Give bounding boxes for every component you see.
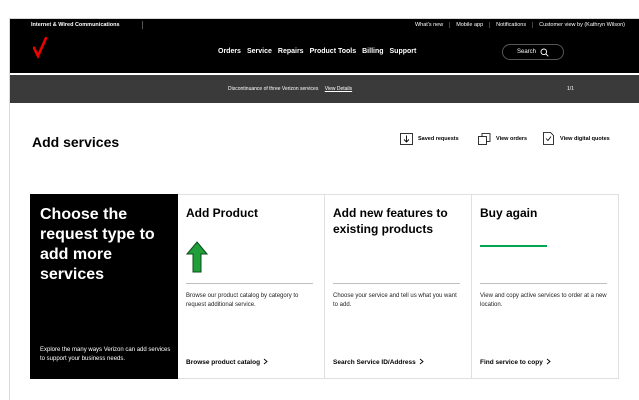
mobile-app-link[interactable]: Mobile app (449, 22, 489, 28)
service-options: Choose the request type to add more serv… (30, 194, 620, 379)
page-frame: Internet & Wired Communications What's n… (9, 18, 639, 400)
card-divider (333, 283, 460, 284)
browse-product-catalog-label: Browse product catalog (186, 359, 261, 366)
document-icon (541, 132, 555, 145)
view-details-link[interactable]: View Details (325, 86, 352, 92)
search-icon (540, 48, 549, 57)
chevron-right-icon (419, 358, 424, 367)
add-features-card[interactable]: Add new features to existing products Ch… (325, 194, 472, 379)
add-product-description: Browse our product catalog by category t… (186, 293, 299, 309)
intro-heading: Choose the request type to add more serv… (40, 206, 155, 283)
view-digital-quotes-label: View digital quotes (560, 135, 610, 142)
verizon-logo-icon[interactable] (32, 36, 48, 64)
customer-view-link[interactable]: Customer view by (Kathryn Wilson) (532, 22, 631, 28)
search-service-id-label: Search Service ID/Address (333, 359, 416, 366)
buy-again-heading: Buy again (480, 206, 538, 220)
green-up-arrow-icon (185, 241, 209, 278)
view-orders-label: View orders (496, 135, 528, 142)
add-features-description: Choose your service and tell us what you… (333, 293, 457, 309)
chevron-right-icon (546, 358, 551, 367)
add-features-heading: Add new features to existing products (333, 206, 448, 236)
view-digital-quotes-button[interactable]: View digital quotes (541, 132, 610, 145)
banner-pager: 1/1 (567, 86, 574, 92)
intro-footer: Explore the many ways Verizon can add se… (40, 347, 171, 362)
banner-message: Discontinuance of three Verizon services (228, 86, 319, 92)
download-icon (399, 132, 413, 145)
nav-billing[interactable]: Billing (362, 48, 383, 55)
section-label[interactable]: Internet & Wired Communications (31, 22, 120, 28)
nav-product-tools[interactable]: Product Tools (310, 48, 357, 55)
nav-repairs[interactable]: Repairs (278, 48, 304, 55)
utility-bar: Internet & Wired Communications What's n… (10, 19, 639, 31)
search-service-id-link[interactable]: Search Service ID/Address (333, 358, 424, 367)
chevron-right-icon (263, 358, 268, 367)
intro-panel: Choose the request type to add more serv… (30, 194, 178, 379)
find-service-to-copy-link[interactable]: Find service to copy (480, 358, 551, 367)
search-label: Search (516, 49, 536, 55)
utility-links: What's new Mobile app Notifications Cust… (409, 22, 631, 28)
buy-again-underline (480, 245, 547, 247)
buy-again-card[interactable]: Buy again View and copy active services … (472, 194, 619, 379)
card-divider (186, 283, 313, 284)
announcement-banner: Discontinuance of three Verizon services… (10, 75, 639, 103)
nav-orders[interactable]: Orders (218, 48, 241, 55)
find-service-to-copy-label: Find service to copy (480, 359, 543, 366)
buy-again-description: View and copy active services to order a… (480, 293, 607, 309)
nav-service[interactable]: Service (247, 48, 272, 55)
notifications-link[interactable]: Notifications (489, 22, 532, 28)
saved-requests-label: Saved requests (418, 135, 459, 142)
whats-new-link[interactable]: What's new (409, 22, 449, 28)
nav-menu: Orders Service Repairs Product Tools Bil… (218, 48, 416, 55)
card-divider (480, 283, 607, 284)
copy-icon (477, 132, 491, 145)
saved-requests-button[interactable]: Saved requests (399, 132, 459, 145)
search-button[interactable]: Search (502, 44, 564, 60)
page-title: Add services (32, 134, 120, 150)
nav-support[interactable]: Support (390, 48, 417, 55)
main-nav: Orders Service Repairs Product Tools Bil… (10, 31, 639, 73)
browse-product-catalog-link[interactable]: Browse product catalog (186, 358, 268, 367)
add-product-card[interactable]: Add Product Browse our product catalog b… (178, 194, 325, 379)
banner-text: Discontinuance of three Verizon services… (228, 86, 352, 92)
view-orders-button[interactable]: View orders (477, 132, 527, 145)
divider (142, 21, 143, 29)
add-product-heading: Add Product (186, 206, 258, 220)
